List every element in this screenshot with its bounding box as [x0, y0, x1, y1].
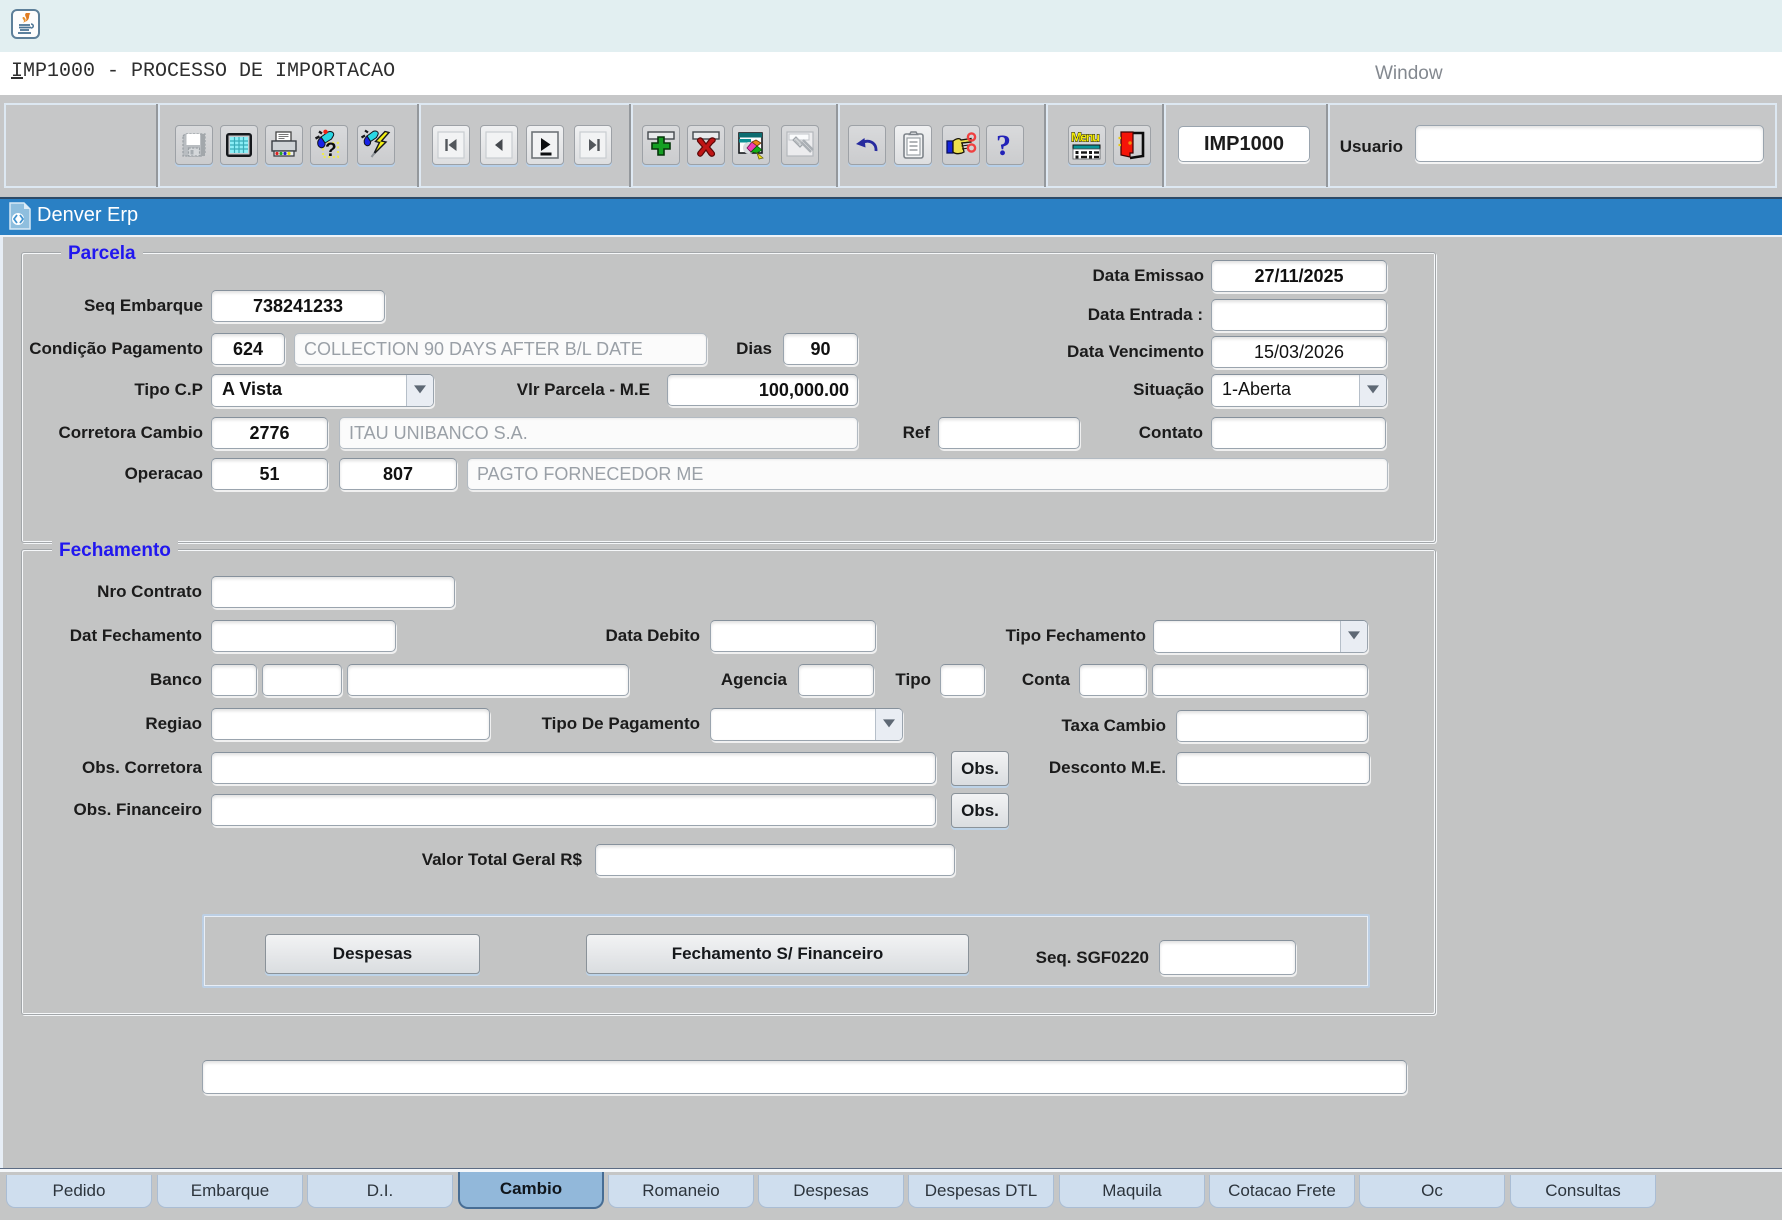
svg-text:?: ? — [325, 140, 337, 161]
svg-text:Menu: Menu — [1071, 130, 1100, 145]
svg-text:?: ? — [996, 129, 1011, 161]
